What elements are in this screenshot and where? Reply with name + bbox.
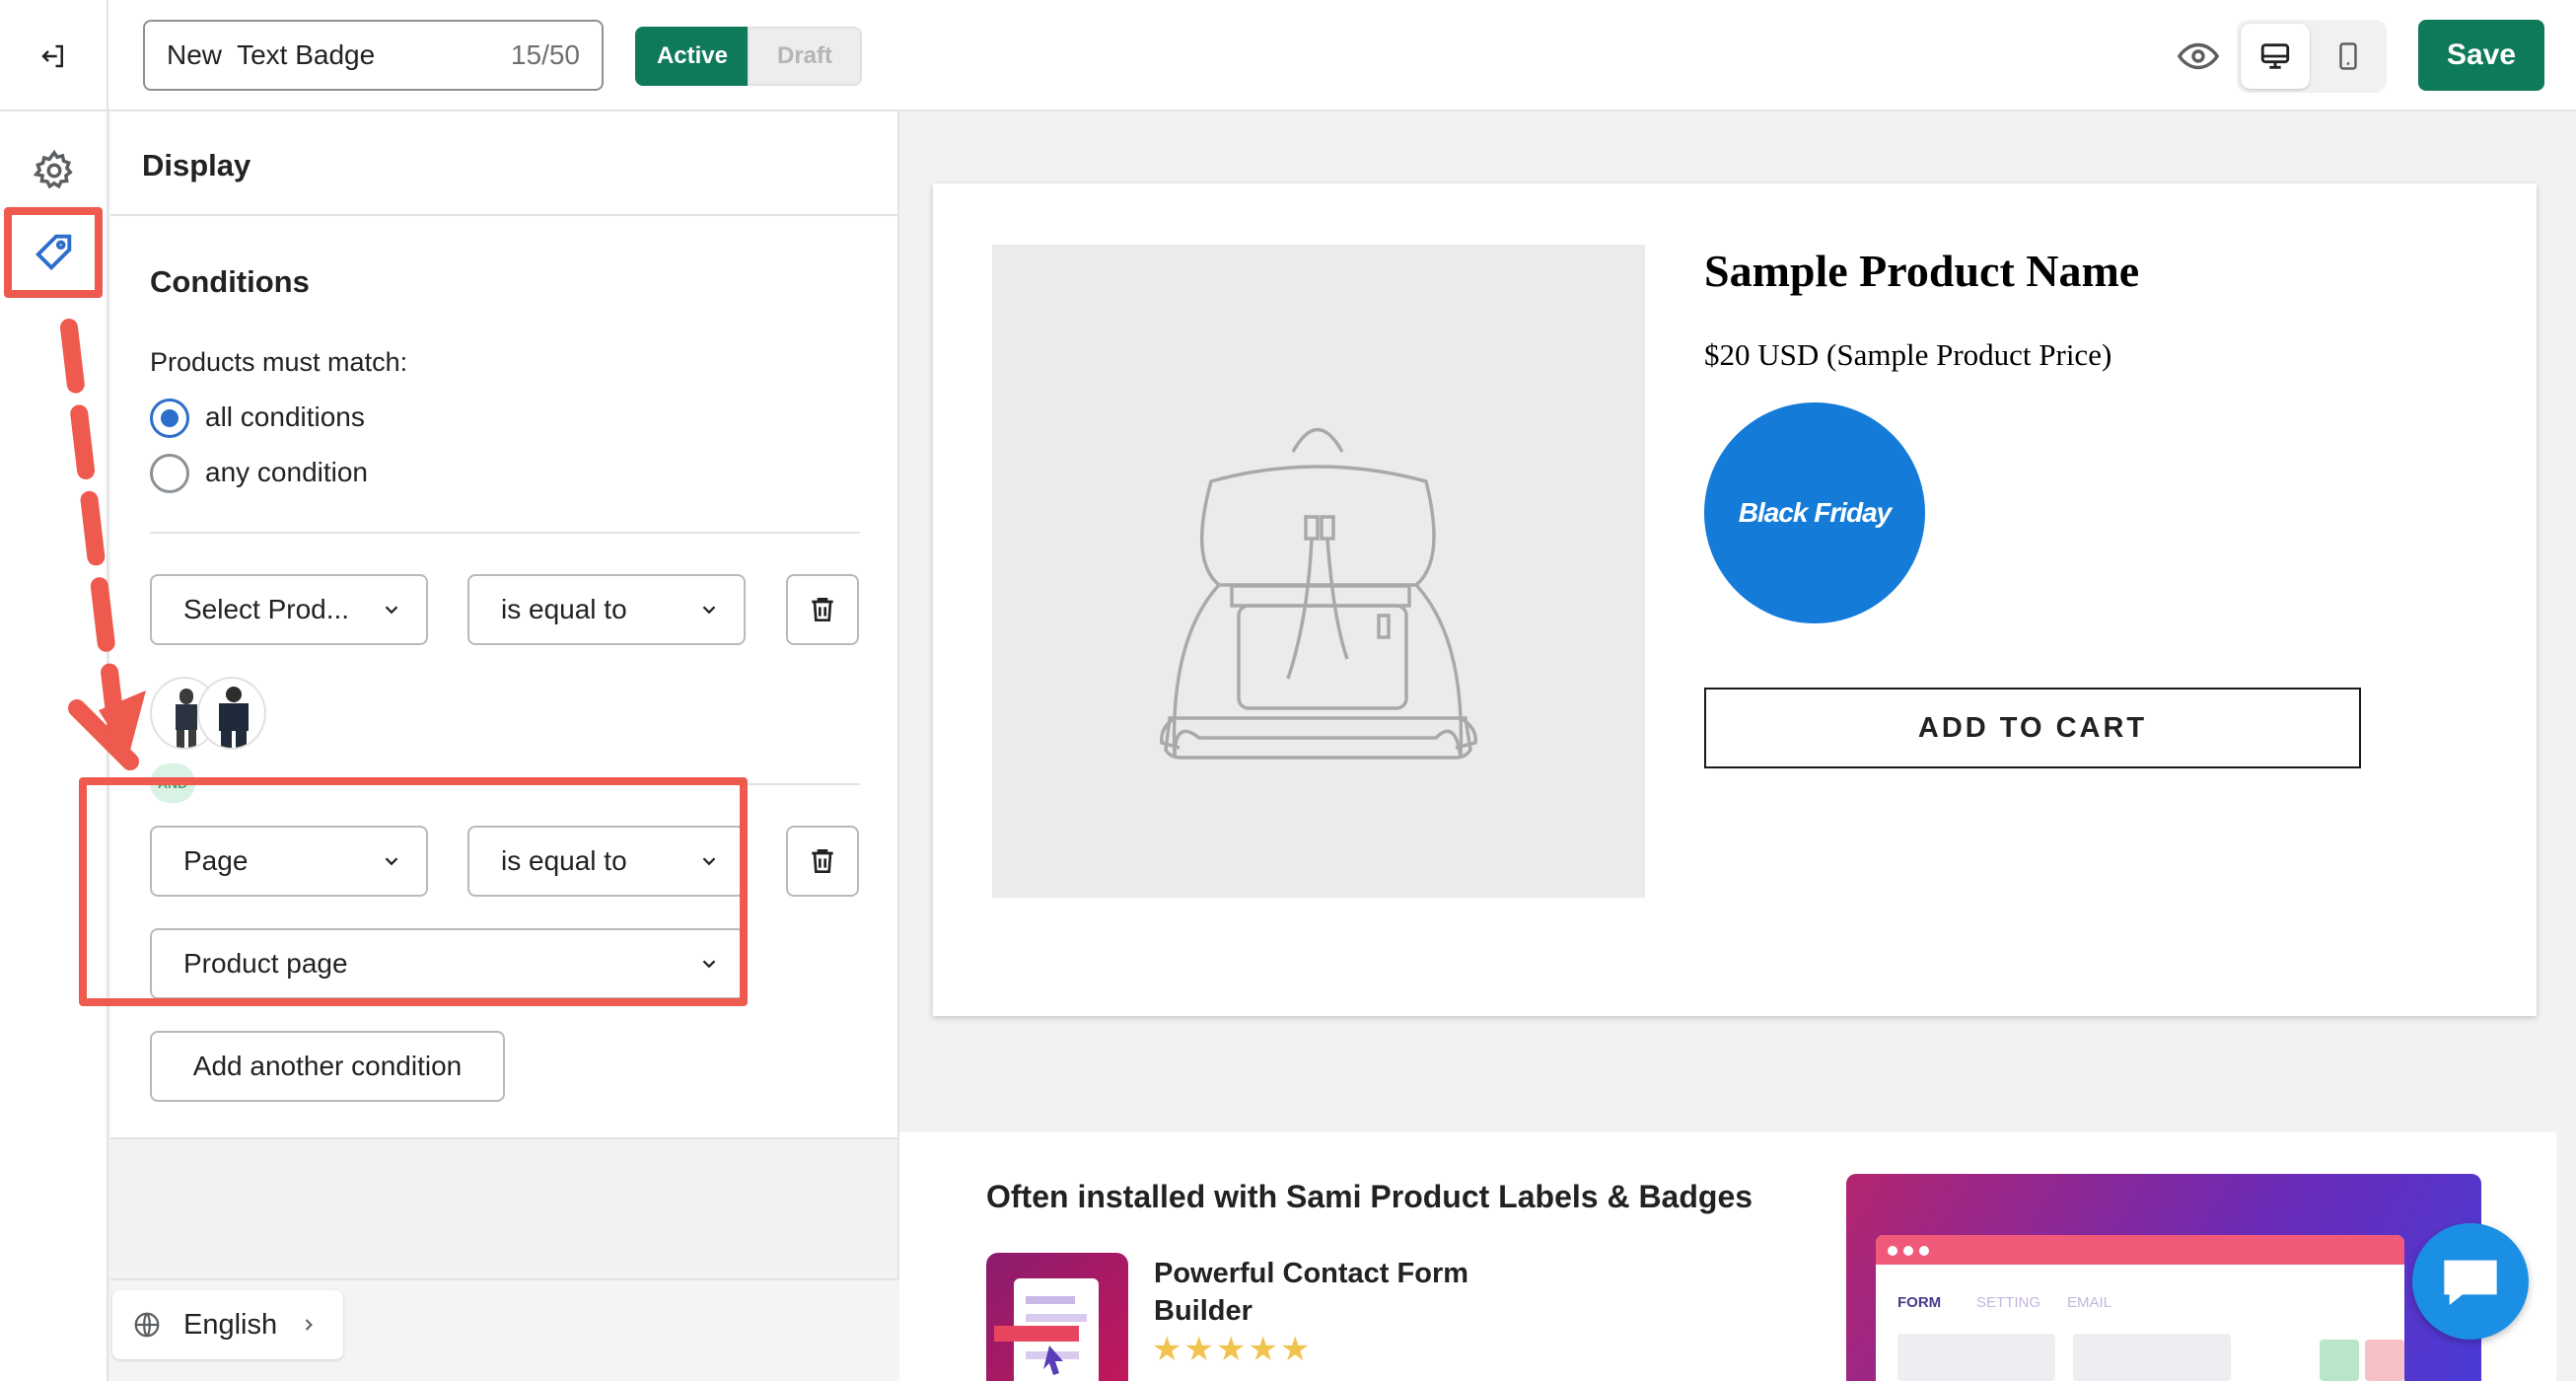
badge-title-input[interactable]: New Text Badge 15/50 — [143, 20, 604, 91]
preview-eye-icon[interactable] — [2176, 34, 2221, 79]
globe-icon — [134, 1312, 160, 1338]
exit-icon — [41, 44, 63, 67]
chat-button[interactable] — [2412, 1223, 2529, 1340]
language-label: English — [183, 1308, 278, 1341]
badge-title-value: New Text Badge — [167, 39, 376, 70]
radio-any-condition-label[interactable]: any condition — [205, 457, 368, 488]
star-icon: ★ — [1248, 1331, 1280, 1368]
radio-all-conditions-label[interactable]: all conditions — [205, 401, 365, 433]
condition-1-operator: is equal to — [501, 594, 627, 624]
tutorial-arrow — [60, 319, 146, 770]
condition-1-field-select[interactable]: Select Prod... — [150, 574, 428, 645]
chevron-down-icon — [702, 606, 716, 615]
badge-preview: Black Friday — [1704, 402, 1925, 623]
exit-button[interactable] — [0, 0, 108, 111]
mobile-view-button[interactable] — [2314, 24, 2383, 89]
star-icon: ★ — [1183, 1331, 1216, 1368]
promo-tab-setting: SETTING — [1976, 1294, 2041, 1311]
chevron-right-icon — [305, 1319, 314, 1331]
promo-tab-form: FORM — [1897, 1294, 1942, 1311]
star-icon: ★ — [1215, 1331, 1249, 1368]
badge-text: Black Friday — [1738, 497, 1893, 528]
product-image — [992, 245, 1645, 898]
condition-1-operator-select[interactable]: is equal to — [467, 574, 746, 645]
character-count: 15/50 — [510, 39, 580, 70]
highlight-box-condition — [79, 777, 748, 1006]
condition-1-delete-button[interactable] — [786, 574, 859, 645]
product-thumbnail[interactable] — [197, 677, 266, 750]
backpack-icon — [1160, 427, 1477, 760]
language-selector[interactable]: English — [112, 1290, 343, 1359]
chat-bubble-icon — [2444, 1260, 2497, 1305]
rating-stars: ★★★★★ — [1152, 1330, 1312, 1369]
add-to-cart-button[interactable]: ADD TO CART — [1704, 688, 2361, 768]
divider — [150, 532, 860, 534]
save-button[interactable]: Save — [2418, 20, 2544, 91]
condition-1-field: Select Prod... — [183, 594, 350, 624]
product-price: $20 USD (Sample Product Price) — [1704, 337, 2112, 372]
app-icon[interactable] — [986, 1253, 1128, 1381]
star-icon: ★ — [1152, 1331, 1184, 1368]
add-condition-button[interactable]: Add another condition — [150, 1031, 505, 1102]
status-active-button[interactable]: Active — [635, 27, 750, 86]
conditions-title: Conditions — [150, 264, 310, 299]
promo-title: Often installed with Sami Product Labels… — [986, 1179, 1753, 1214]
settings-gear-icon[interactable] — [32, 148, 77, 193]
desktop-view-button[interactable] — [2241, 24, 2310, 89]
trash-icon — [812, 598, 833, 621]
match-label: Products must match: — [150, 347, 408, 377]
promo-screenshot[interactable]: FORM SETTING EMAIL — [1846, 1174, 2481, 1381]
star-icon: ★ — [1279, 1331, 1313, 1368]
chevron-down-icon — [385, 606, 398, 615]
promo-tab-email: EMAIL — [2067, 1294, 2112, 1311]
mobile-icon — [2339, 42, 2357, 70]
trash-icon — [812, 849, 833, 873]
highlight-box-tag — [4, 207, 103, 298]
app-name[interactable]: Powerful Contact Form Builder — [1154, 1255, 1509, 1330]
product-name: Sample Product Name — [1704, 246, 2140, 296]
desktop-icon — [2260, 43, 2290, 69]
condition-2-delete-button[interactable] — [786, 826, 859, 897]
status-draft-button[interactable]: Draft — [748, 27, 862, 86]
panel-heading: Display — [110, 111, 899, 216]
